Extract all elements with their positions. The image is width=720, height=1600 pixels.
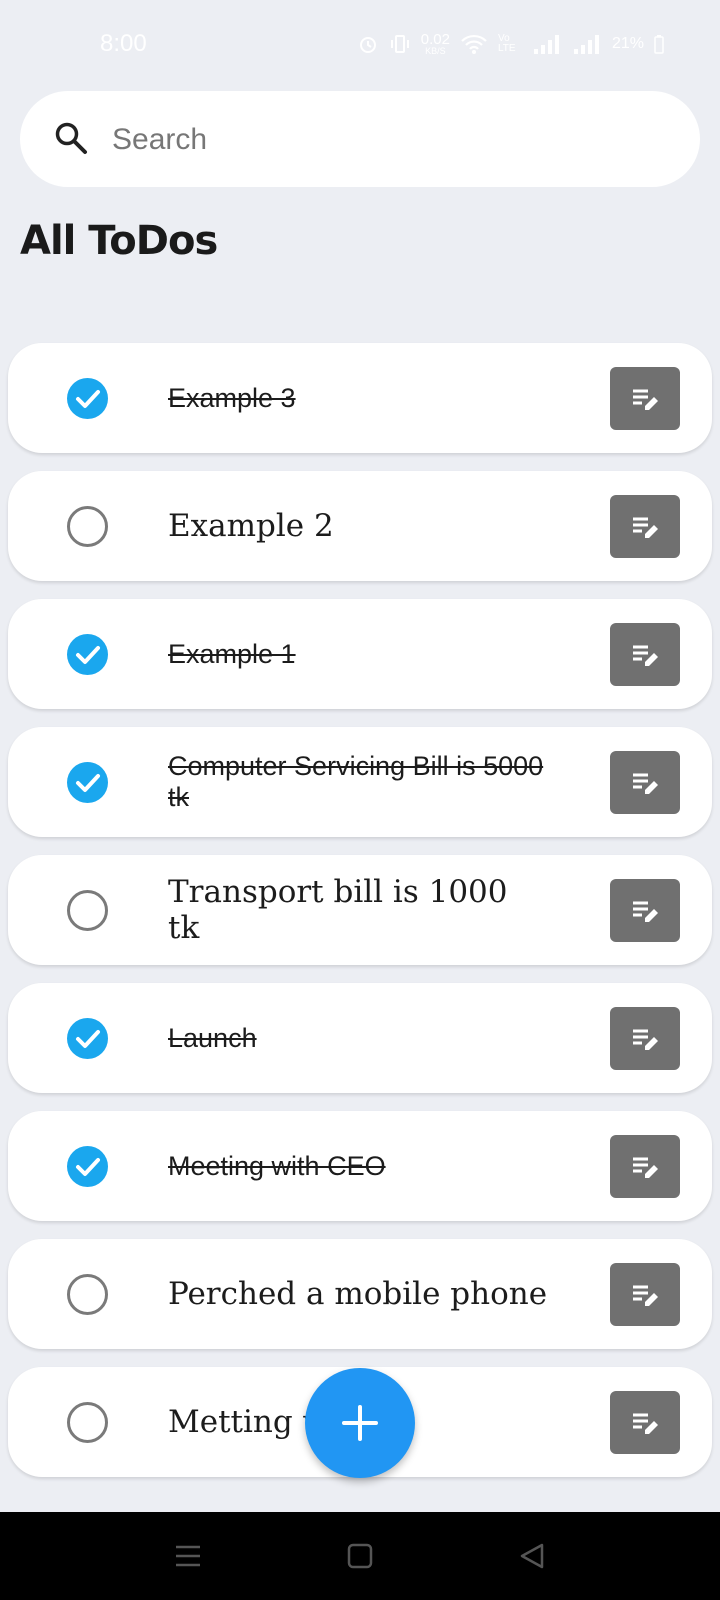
todo-text: Perched a mobile phone [168,1276,548,1312]
edit-todo-button[interactable] [610,1263,680,1326]
empty-circle-icon[interactable] [67,506,108,547]
todo-text: Example 2 [168,508,334,544]
status-bar: 8:00 0.02 KB/S Vo LTE 21% [0,0,720,90]
empty-circle-icon[interactable] [67,1402,108,1443]
todo-text: Example 3 [168,382,296,413]
volte-label: Vo LTE [497,33,516,54]
search-input[interactable] [110,113,674,167]
wifi-icon [461,34,487,54]
system-nav-bar [0,1512,720,1600]
edit-note-icon [633,645,658,666]
edit-note-icon [633,1413,658,1434]
data-speed: 0.02 KB/S [420,31,450,56]
plus-icon [342,1405,378,1441]
todo-item[interactable]: Example 1 [8,599,712,709]
todo-item[interactable]: Transport bill is 1000 tk [8,855,712,965]
vibrate-icon [390,35,409,53]
edit-note-icon [633,389,658,410]
search-icon [55,122,87,154]
todo-text: Launch [168,1022,257,1053]
edit-todo-button[interactable] [610,495,680,558]
todo-item[interactable]: Computer Servicing Bill is 5000 tk [8,727,712,837]
todo-list: Example 3 Example 2 Example 1 Computer Serv… [8,343,712,1495]
edit-todo-button[interactable] [610,367,680,430]
search-bar[interactable] [20,91,700,187]
status-icons: 0.02 KB/S Vo LTE 21% [357,32,664,56]
page-title: All ToDos [20,218,218,264]
check-circle-icon[interactable] [67,634,108,675]
status-time: 8:00 [100,30,147,57]
edit-note-icon [633,1029,658,1050]
edit-todo-button[interactable] [610,1007,680,1070]
edit-todo-button[interactable] [610,623,680,686]
empty-circle-icon[interactable] [67,890,108,931]
check-circle-icon[interactable] [67,378,108,419]
todo-text: Meeting with CEO [168,1150,386,1181]
check-circle-icon[interactable] [67,1018,108,1059]
todo-item[interactable]: Example 3 [8,343,712,453]
edit-note-icon [633,517,658,538]
add-todo-button[interactable] [305,1368,415,1478]
edit-note-icon [633,1157,658,1178]
todo-text: Transport bill is 1000 tk [168,874,508,946]
alarm-icon [359,37,376,53]
check-circle-icon[interactable] [67,1146,108,1187]
todo-item[interactable]: Perched a mobile phone [8,1239,712,1349]
todo-item[interactable]: Meeting with CEO [8,1111,712,1221]
empty-circle-icon[interactable] [67,1274,108,1315]
check-circle-icon[interactable] [67,762,108,803]
signal-icon [533,35,559,54]
back-nav-icon[interactable] [518,1542,546,1570]
battery-level: 21% [611,35,644,52]
edit-todo-button[interactable] [610,751,680,814]
home-nav-icon[interactable] [346,1542,374,1570]
edit-todo-button[interactable] [610,879,680,942]
menu-nav-icon[interactable] [174,1542,202,1570]
edit-note-icon [633,901,658,922]
edit-note-icon [633,773,658,794]
todo-item[interactable]: Launch [8,983,712,1093]
todo-item[interactable]: Example 2 [8,471,712,581]
todo-text: Example 1 [168,638,296,669]
edit-note-icon [633,1285,658,1306]
edit-todo-button[interactable] [610,1135,680,1198]
todo-text: Computer Servicing Bill is 5000 tk [168,751,544,812]
signal-icon [573,35,599,54]
edit-todo-button[interactable] [610,1391,680,1454]
battery-icon [654,35,664,54]
